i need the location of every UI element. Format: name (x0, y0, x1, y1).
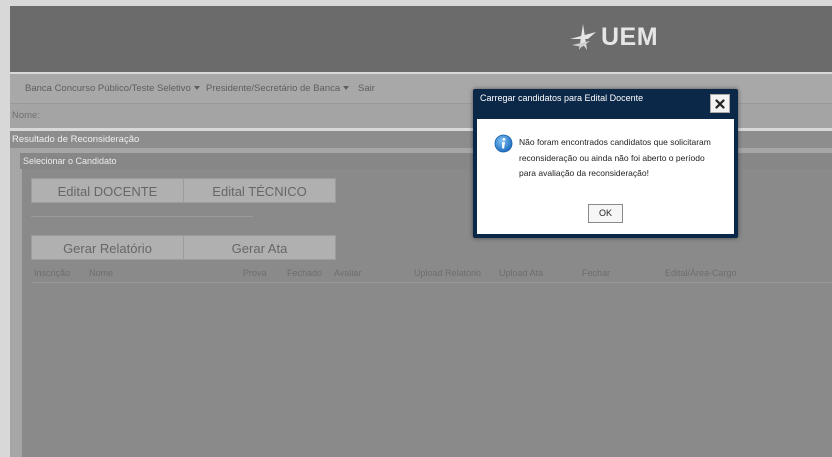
user-name-label: Nome: (12, 110, 40, 121)
uem-logo: UEM (568, 22, 658, 52)
close-button[interactable] (710, 94, 730, 113)
caret-down-icon (193, 86, 200, 91)
divider (31, 216, 253, 217)
edital-tecnico-button[interactable]: Edital TÉCNICO (183, 178, 336, 203)
ok-button[interactable]: OK (588, 204, 623, 223)
menu-banca-concurso[interactable]: Banca Concurso Público/Teste Seletivo (25, 74, 200, 103)
info-icon (494, 134, 513, 153)
menu-presidente-secretario-label: Presidente/Secretário de Banca (206, 83, 341, 94)
dialog-title: Carregar candidatos para Edital Docente (480, 93, 644, 103)
column-header-prova[interactable]: Prova (243, 268, 267, 278)
menu-sair[interactable]: Sair (358, 74, 375, 103)
application-window: UEM Banca Concurso Público/Teste Seletiv… (0, 0, 832, 457)
menu-presidente-secretario[interactable]: Presidente/Secretário de Banca (206, 74, 350, 103)
column-header-upload-relatorio[interactable]: Upload Relatório (414, 268, 481, 278)
subpanel-title: Selecionar o Candidato (23, 156, 117, 166)
column-header-fechar[interactable]: Fechar (582, 268, 610, 278)
uem-logo-icon (570, 24, 596, 50)
gerar-ata-button[interactable]: Gerar Ata (183, 235, 336, 260)
dialog-body: Não foram encontrados candidatos que sol… (477, 119, 734, 234)
gerar-relatorio-button[interactable]: Gerar Relatório (31, 235, 184, 260)
column-header-upload-ata[interactable]: Upload Ata (499, 268, 543, 278)
column-header-fechado[interactable]: Fechado (287, 268, 322, 278)
menu-sair-label: Sair (358, 83, 375, 94)
close-icon (715, 98, 725, 109)
header-banner: UEM (10, 6, 832, 72)
dialog-message: Não foram encontrados candidatos que sol… (519, 137, 711, 178)
column-header-inscricao[interactable]: Inscrição (34, 268, 70, 278)
column-header-avaliar[interactable]: Avaliar (334, 268, 361, 278)
caret-down-icon (343, 86, 350, 91)
table-header-divider (31, 282, 832, 283)
column-header-edital-area-cargo[interactable]: Edital/Área-Cargo (665, 268, 737, 278)
load-candidates-dialog: Carregar candidatos para Edital Docente … (473, 89, 738, 238)
column-header-nome[interactable]: Nome (89, 268, 113, 278)
panel-title: Resultado de Reconsideração (12, 134, 140, 145)
menu-banca-concurso-label: Banca Concurso Público/Teste Seletivo (25, 83, 191, 94)
logo-text: UEM (601, 22, 659, 51)
edital-docente-button[interactable]: Edital DOCENTE (31, 178, 184, 203)
